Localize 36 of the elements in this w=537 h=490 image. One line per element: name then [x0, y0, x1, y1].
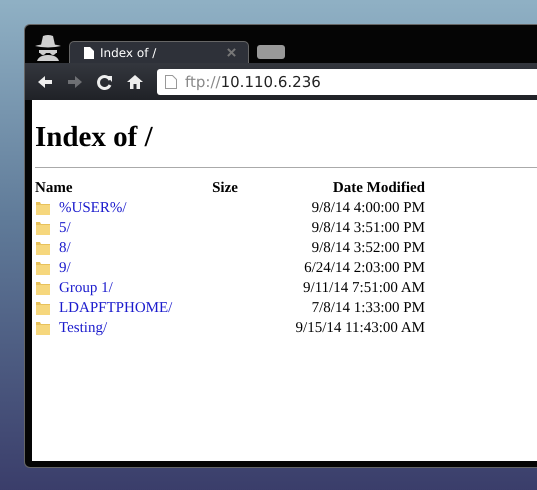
close-icon[interactable] — [227, 48, 236, 57]
tab-title: Index of / — [100, 46, 158, 60]
folder-link[interactable]: Group 1/ — [59, 278, 113, 298]
column-header: Size — [211, 178, 239, 198]
folder-icon — [35, 240, 51, 256]
folder-icon — [35, 200, 51, 216]
new-tab-button[interactable] — [257, 45, 285, 59]
column-header: Date Modified — [332, 178, 425, 198]
folder-icon — [35, 220, 51, 236]
folder-icon — [35, 260, 51, 276]
folder-link[interactable]: LDAPFTPHOME/ — [59, 298, 172, 318]
back-icon[interactable] — [37, 74, 53, 90]
date-cell-text: 6/24/14 2:03:00 PM — [303, 258, 425, 278]
folder-link[interactable]: %USER%/ — [59, 198, 126, 218]
folder-link[interactable]: 5/ — [59, 218, 71, 238]
date-cell-text: 9/8/14 4:00:00 PM — [310, 198, 425, 218]
reload-icon[interactable] — [97, 74, 113, 90]
browser-tab[interactable]: Index of / — [69, 41, 249, 63]
folder-icon — [35, 320, 51, 336]
date-cell-text: 7/8/14 1:33:00 PM — [310, 298, 425, 318]
folder-link[interactable]: Testing/ — [59, 318, 108, 338]
folder-icon — [35, 280, 51, 296]
folder-link[interactable]: 8/ — [59, 238, 71, 258]
address-bar[interactable]: ftp://10.110.6.236 — [157, 68, 537, 94]
home-icon[interactable] — [127, 74, 143, 90]
folder-link[interactable]: 9/ — [59, 258, 71, 278]
page-icon — [84, 46, 94, 58]
date-cell-text: 9/15/14 11:43:00 AM — [294, 318, 425, 338]
date-cell-text: 9/8/14 3:52:00 PM — [310, 238, 425, 258]
spy-icon — [33, 33, 63, 61]
column-header: Name — [35, 178, 74, 198]
date-cell-text: 9/8/14 3:51:00 PM — [310, 218, 425, 238]
date-cell-text: 9/11/14 7:51:00 AM — [302, 278, 425, 298]
page-heading: Index of / — [35, 122, 154, 154]
page-icon — [165, 74, 177, 88]
folder-icon — [35, 300, 51, 316]
